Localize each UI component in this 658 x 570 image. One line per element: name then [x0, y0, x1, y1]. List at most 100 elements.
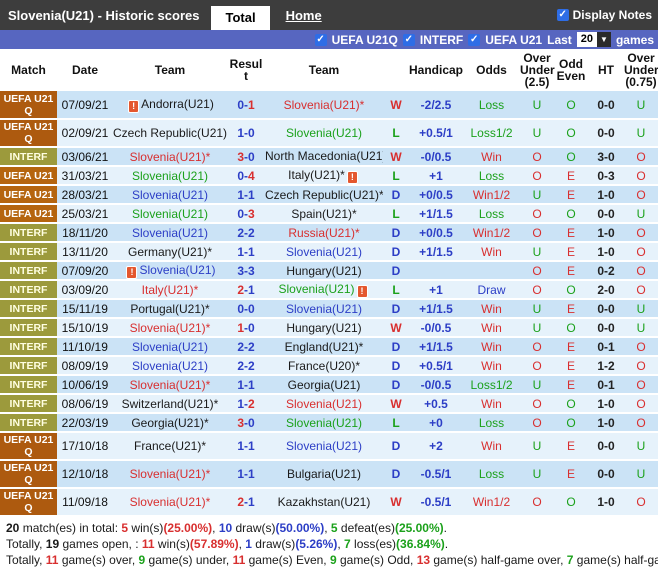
score-cell: 3-3 — [227, 261, 265, 281]
home-team-name[interactable]: Slovenia(U21)* — [130, 150, 211, 164]
away-team-cell: England(U21)* — [265, 337, 383, 357]
competition-badge: UEFA U21 Q — [0, 460, 57, 489]
score-cell: 3-0 — [227, 413, 265, 433]
home-team-name[interactable]: Slovenia(U21)* — [130, 321, 211, 335]
away-team-name[interactable]: Slovenia(U21) — [286, 126, 362, 140]
away-team-name[interactable]: Slovenia(U21) — [278, 282, 354, 296]
away-team-name[interactable]: Slovenia(U21) — [286, 302, 362, 316]
handicap-cell — [409, 261, 463, 281]
odd-even-cell: E — [554, 356, 588, 376]
summary-segment: (5.26%) — [295, 537, 338, 551]
home-team-name[interactable]: Slovenia(U21)* — [130, 378, 211, 392]
summary-segment: (36.84%) — [396, 537, 445, 551]
tab-home[interactable]: Home — [286, 8, 322, 23]
home-team-name[interactable]: Italy(U21)* — [142, 283, 199, 297]
match-row: INTERF 10/06/19 Slovenia(U21)* 1-1 Georgia(U… — [0, 375, 658, 395]
ht-cell: 1-0 — [588, 413, 624, 433]
ht-cell: 0-0 — [588, 432, 624, 461]
home-score: 3 — [237, 415, 244, 430]
display-notes-checkbox[interactable]: ✓ — [556, 9, 569, 21]
odds-cell: Loss1/2 — [463, 375, 520, 395]
home-team-name[interactable]: Germany(U21)* — [128, 245, 212, 259]
date-cell: 10/06/19 — [57, 375, 113, 395]
score-cell: 0-1 — [227, 91, 265, 120]
home-team-name[interactable]: Slovenia(U21) — [132, 226, 208, 240]
away-team-cell: Slovenia(U21) — [265, 119, 383, 148]
away-team-name[interactable]: Slovenia(U21) — [286, 245, 362, 259]
home-team-name[interactable]: Georgia(U21)* — [131, 416, 208, 430]
home-team-name[interactable]: Slovenia(U21) — [132, 188, 208, 202]
over-under-2-5-cell: U — [520, 432, 554, 461]
away-team-name[interactable]: Hungary(U21) — [286, 321, 361, 335]
home-team-name[interactable]: Andorra(U21) — [141, 97, 214, 111]
home-team-name[interactable]: Slovenia(U21) — [132, 359, 208, 373]
away-score: 1 — [248, 244, 255, 259]
away-team-name[interactable]: Italy(U21)* — [288, 168, 345, 182]
home-team-name[interactable]: Slovenia(U21) — [132, 207, 208, 221]
competition-badge: INTERF — [0, 280, 57, 300]
away-team-name[interactable]: Kazakhstan(U21) — [278, 495, 371, 509]
tab-total[interactable]: Total — [211, 6, 270, 30]
away-score: 3 — [248, 263, 255, 278]
over-under-0-75-cell: O — [624, 280, 658, 300]
table-header: Match Date Team Resul t Team Handicap Odds Over… — [0, 49, 658, 91]
summary-segment: win(s) — [128, 521, 164, 535]
away-score: 2 — [248, 225, 255, 240]
home-team-cell: Slovenia(U21) — [113, 337, 227, 357]
home-team-name[interactable]: Slovenia(U21) — [132, 340, 208, 354]
home-team-name[interactable]: France(U21)* — [134, 439, 206, 453]
result-letter-cell: W — [383, 318, 409, 338]
filter-checkbox-uefa-u21[interactable]: ✓ — [468, 33, 481, 46]
away-team-name[interactable]: France(U20)* — [288, 359, 360, 373]
odd-even-cell: O — [554, 147, 588, 167]
filter-checkbox-interf[interactable]: ✓ — [402, 33, 415, 46]
result-letter-cell: L — [383, 119, 409, 148]
over-under-0-75-cell: U — [624, 460, 658, 489]
away-team-name[interactable]: Slovenia(U21) — [286, 416, 362, 430]
summary-segment: loss(es) — [350, 537, 397, 551]
date-cell: 11/10/19 — [57, 337, 113, 357]
away-team-name[interactable]: Slovenia(U21) — [286, 439, 362, 453]
date-cell: 15/10/19 — [57, 318, 113, 338]
odds-cell: Win — [463, 394, 520, 414]
ht-cell: 1-0 — [588, 488, 624, 517]
handicap-cell: +0.5 — [409, 394, 463, 414]
column-header: Odd Even — [554, 49, 588, 91]
away-team-cell: North Macedonia(U21)! — [265, 147, 383, 167]
away-team-name[interactable]: Hungary(U21) — [286, 264, 361, 278]
summary-segment: 9 — [329, 553, 337, 567]
away-team-name[interactable]: North Macedonia(U21) — [265, 149, 383, 163]
away-team-name[interactable]: Russia(U21)* — [288, 226, 359, 240]
home-team-cell: Slovenia(U21)* — [113, 488, 227, 517]
match-row: INTERF 11/10/19 Slovenia(U21) 2-2 England(U2… — [0, 337, 658, 357]
over-under-2-5-cell: O — [520, 166, 554, 186]
over-under-0-75-cell: O — [624, 242, 658, 262]
away-team-name[interactable]: Slovenia(U21) — [286, 397, 362, 411]
away-score: 1 — [248, 495, 255, 509]
column-header: Match — [0, 49, 57, 91]
away-team-name[interactable]: England(U21)* — [285, 340, 364, 354]
odds-cell: Win — [463, 432, 520, 461]
last-games-select[interactable]: 20 ▼ — [576, 32, 611, 47]
away-team-name[interactable]: Spain(U21)* — [291, 207, 356, 221]
result-letter-cell: D — [383, 432, 409, 461]
home-team-name[interactable]: Slovenia(U21) — [139, 263, 215, 277]
home-team-name[interactable]: Czech Republic(U21)* — [113, 126, 227, 140]
score-cell: 2-2 — [227, 356, 265, 376]
home-team-name[interactable]: Slovenia(U21)* — [130, 495, 211, 509]
home-team-name[interactable]: Slovenia(U21)* — [130, 467, 211, 481]
home-team-name[interactable]: Portugal(U21)* — [130, 302, 209, 316]
odds-cell: Loss — [463, 166, 520, 186]
odds-cell — [463, 261, 520, 281]
match-row: INTERF 08/06/19 Switzerland(U21)* 1-2 Sloven… — [0, 394, 658, 414]
away-team-name[interactable]: Bulgaria(U21) — [287, 467, 361, 481]
score-cell: 1-1 — [227, 185, 265, 205]
away-team-name[interactable]: Slovenia(U21)* — [284, 98, 365, 112]
page-title: Slovenia(U21) - Historic scores — [8, 7, 200, 23]
home-team-name[interactable]: Switzerland(U21)* — [122, 397, 219, 411]
filter-checkbox-uefa-u21q[interactable]: ✓ — [314, 33, 327, 46]
away-team-name[interactable]: Czech Republic(U21)* — [265, 188, 383, 202]
home-team-name[interactable]: Slovenia(U21) — [132, 169, 208, 183]
away-team-name[interactable]: Georgia(U21) — [288, 378, 361, 392]
result-letter-cell: W — [383, 91, 409, 120]
